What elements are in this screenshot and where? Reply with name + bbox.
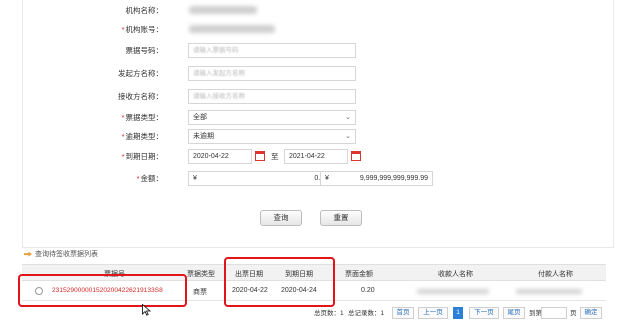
bill-no-cell[interactable]: 2315290000015202004226219133S8 (52, 287, 163, 294)
query-button[interactable]: 查询 (260, 210, 302, 226)
payer-name-cell (516, 289, 582, 294)
org-account-row: *机构账号： (23, 22, 615, 38)
due-date-label: 到期日期： (125, 152, 164, 161)
bill-type-cell: 商票 (193, 289, 207, 296)
payee-name-cell (417, 289, 489, 294)
calendar-icon[interactable] (255, 151, 265, 161)
table-row[interactable]: 2315290000015202004226219133S8 商票 2020-0… (22, 281, 606, 301)
bill-type-select[interactable]: 全部 ⌄ (188, 110, 356, 125)
col-payee-name: 收款人名称 (438, 271, 473, 278)
col-payer-name: 付款人名称 (538, 271, 573, 278)
arrow-right-icon (24, 251, 32, 257)
bill-no-label: 票据号码： (125, 46, 164, 55)
confirm-button[interactable]: 确定 (580, 307, 602, 319)
chevron-down-icon: ⌄ (345, 133, 351, 140)
calendar-icon[interactable] (351, 151, 361, 161)
receiver-input[interactable]: 请输入接收方名称 (188, 89, 356, 104)
next-page-button[interactable]: 下一页 (469, 307, 499, 319)
last-page-button[interactable]: 尾页 (503, 307, 525, 319)
col-due-date: 到期日期 (285, 271, 313, 278)
col-bill-type: 票据类型 (187, 271, 215, 278)
overdue-type-row: *逾期类型： 未逾期 ⌄ (23, 129, 615, 145)
date-range-separator: 至 (271, 152, 279, 161)
query-form: 机构名称： *机构账号： 票据号码： 请输入票据号码 发起方名称： 请输入发起方… (22, 0, 614, 248)
total-records: 总记录数：1 (348, 310, 385, 317)
amount-min-input[interactable]: ¥ 0.00 (188, 171, 333, 186)
initiator-input[interactable]: 请输入发起方名称 (188, 66, 356, 81)
due-date-cell: 2020-04-24 (281, 287, 317, 294)
org-name-label: 机构名称： (125, 6, 164, 15)
reset-button[interactable]: 重置 (320, 210, 362, 226)
col-issue-date: 出票日期 (235, 271, 263, 278)
overdue-type-label: 逾期类型： (125, 132, 164, 141)
due-date-row: *到期日期： 2020-04-22 至 2021-04-22 (23, 149, 615, 165)
amount-label: 金额： (140, 174, 164, 183)
goto-page-input[interactable] (541, 307, 567, 319)
required-mark: * (121, 25, 125, 34)
page-unit-label: 页 (570, 310, 577, 317)
amount-cell: 0.20 (361, 287, 375, 294)
list-title: 查询待签收票据列表 (24, 249, 98, 259)
amount-row: *金额： ¥ 0.00 ¥ 9,999,999,999,999.99 (23, 171, 615, 187)
bill-type-row: *票据类型： 全部 ⌄ (23, 110, 615, 126)
first-page-button[interactable]: 首页 (392, 307, 414, 319)
row-radio[interactable] (35, 287, 43, 295)
initiator-row: 发起方名称： 请输入发起方名称 (23, 66, 615, 82)
prev-page-button[interactable]: 上一页 (418, 307, 448, 319)
due-date-to-input[interactable]: 2021-04-22 (284, 149, 348, 164)
page-1-button[interactable]: 1 (453, 307, 463, 319)
chevron-down-icon: ⌄ (345, 114, 351, 121)
mouse-cursor-icon (142, 304, 151, 316)
bill-no-input[interactable]: 请输入票据号码 (188, 43, 356, 58)
due-date-from-input[interactable]: 2020-04-22 (188, 149, 252, 164)
bill-type-label: 票据类型： (125, 113, 164, 122)
receiver-label: 接收方名称： (118, 92, 163, 101)
amount-max-input[interactable]: ¥ 9,999,999,999,999.99 (320, 171, 433, 186)
col-amount: 票面金额 (345, 271, 373, 278)
col-bill-no: 票据号 (104, 271, 125, 278)
issue-date-cell: 2020-04-22 (232, 287, 268, 294)
initiator-label: 发起方名称： (118, 69, 163, 78)
overdue-type-select[interactable]: 未逾期 ⌄ (188, 129, 356, 144)
table-header: 票据号 票据类型 出票日期 到期日期 票面金额 收款人名称 付款人名称 (22, 264, 606, 281)
org-name-row: 机构名称： (23, 3, 615, 19)
receiver-row: 接收方名称： 请输入接收方名称 (23, 89, 615, 105)
total-pages: 总页数：1 (314, 310, 344, 317)
org-account-label: 机构账号： (125, 25, 164, 34)
org-account-value (189, 25, 275, 33)
org-name-value (189, 6, 257, 14)
bill-no-row: 票据号码： 请输入票据号码 (23, 43, 615, 59)
